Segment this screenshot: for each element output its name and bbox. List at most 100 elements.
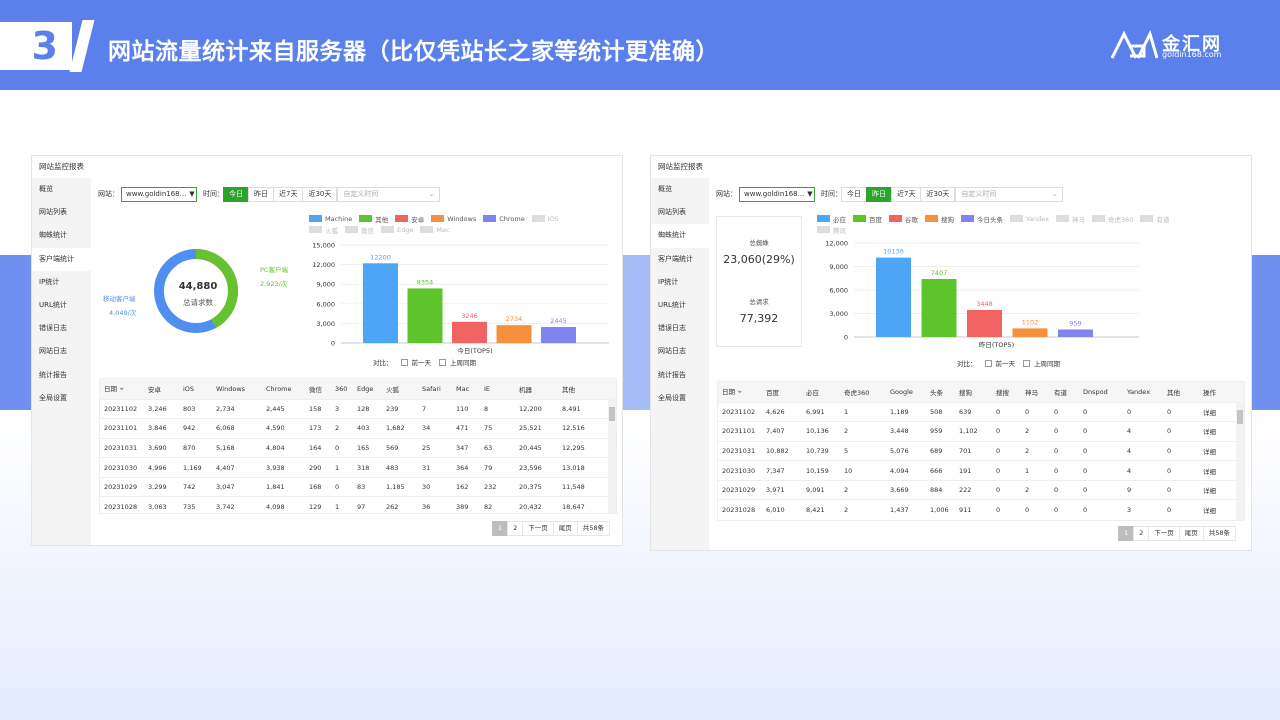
legend-item[interactable]: 搜狗 (925, 213, 954, 224)
sidebar-item-spider[interactable]: 蜘蛛统计 (651, 224, 709, 248)
column-header[interactable]: 头条 (926, 382, 955, 402)
column-header[interactable]: Google (886, 382, 926, 402)
checkbox-last-week[interactable] (439, 358, 446, 366)
time-yesterday-button[interactable]: 昨日 (248, 186, 274, 202)
legend-item[interactable]: 有道 (1140, 213, 1169, 224)
column-header[interactable]: Edge (353, 379, 382, 399)
sidebar-item-sites[interactable]: 网站列表 (651, 201, 709, 224)
sidebar-item-errors[interactable]: 错误日志 (651, 317, 709, 340)
bar[interactable] (967, 309, 1002, 337)
site-select[interactable]: www.goldin168... ▼ (739, 186, 815, 202)
bar[interactable] (407, 288, 443, 343)
date-range-picker[interactable]: 自定义时间 ⌄ (337, 186, 441, 202)
sidebar-item-errors[interactable]: 错误日志 (32, 317, 91, 340)
bar[interactable] (496, 325, 532, 343)
column-header[interactable]: Chrome (262, 379, 305, 399)
legend-item[interactable]: iOS (531, 213, 559, 224)
column-header[interactable]: 奇虎360 (840, 382, 886, 402)
page-1-button[interactable]: 1 (492, 521, 509, 536)
sort-icon[interactable]: ⏷ (117, 385, 124, 393)
next-page-button[interactable]: 下一页 (1148, 526, 1180, 541)
sidebar-item-client[interactable]: 客户端统计 (32, 247, 91, 271)
legend-item[interactable]: 安卓 (395, 213, 424, 224)
column-header[interactable]: 搜搜 (992, 382, 1021, 402)
column-header[interactable]: 操作 (1199, 382, 1244, 402)
bar[interactable] (541, 327, 576, 343)
legend-item[interactable]: 火狐 (309, 224, 338, 235)
page-2-button[interactable]: 2 (507, 521, 524, 536)
bar[interactable] (921, 278, 957, 337)
column-header[interactable]: iOS (179, 379, 212, 399)
sidebar-item-url[interactable]: URL统计 (32, 294, 91, 317)
time-yesterday-button[interactable]: 昨日 (866, 186, 892, 202)
bar[interactable] (876, 257, 911, 337)
table-scrollbar[interactable] (608, 399, 616, 513)
column-header[interactable]: 搜狗 (955, 382, 992, 402)
legend-item[interactable]: Windows (431, 213, 476, 224)
checkbox-prev-day[interactable] (400, 358, 408, 366)
column-header[interactable]: Mac (452, 379, 480, 399)
last-page-button[interactable]: 尾页 (1178, 526, 1204, 541)
sidebar-item-reports[interactable]: 统计报告 (651, 364, 709, 387)
legend-item[interactable]: 奇虎360 (1092, 213, 1133, 224)
sidebar-item-spider[interactable]: 蜘蛛统计 (32, 224, 91, 247)
legend-item[interactable]: Mac (420, 224, 450, 235)
column-header[interactable]: 安卓 (144, 379, 179, 399)
sidebar-item-ip[interactable]: IP统计 (32, 271, 91, 294)
sidebar-item-ip[interactable]: IP统计 (651, 271, 709, 294)
scrollbar-thumb[interactable] (1237, 410, 1243, 424)
column-header[interactable]: 微信 (305, 379, 331, 399)
bar[interactable] (452, 321, 487, 343)
sidebar-item-overview[interactable]: 概览 (651, 178, 709, 201)
legend-item[interactable]: 微信 (345, 224, 374, 235)
time-today-button[interactable]: 今日 (841, 186, 867, 202)
next-page-button[interactable]: 下一页 (522, 521, 554, 536)
column-header[interactable]: IE (480, 379, 515, 399)
column-header[interactable]: Safari (418, 379, 452, 399)
column-header[interactable]: 火狐 (382, 379, 418, 399)
column-header[interactable]: 神马 (1021, 382, 1050, 402)
column-header[interactable]: Dnspod (1079, 382, 1123, 402)
sidebar-item-url[interactable]: URL统计 (651, 294, 709, 317)
sidebar-item-reports[interactable]: 统计报告 (32, 364, 91, 387)
legend-item[interactable]: 必应 (817, 213, 846, 224)
column-header[interactable]: 其他 (1163, 382, 1199, 402)
sidebar-item-settings[interactable]: 全局设置 (651, 387, 709, 410)
sidebar-item-sites[interactable]: 网站列表 (32, 201, 91, 224)
legend-item[interactable]: 谷歌 (889, 213, 918, 224)
sidebar-item-settings[interactable]: 全局设置 (32, 387, 91, 410)
time-7days-button[interactable]: 近7天 (273, 186, 304, 202)
column-header[interactable]: 360 (331, 379, 353, 399)
column-header[interactable]: 日期 ⏷ (718, 382, 762, 402)
last-page-button[interactable]: 尾页 (552, 521, 578, 536)
table-scrollbar[interactable] (1236, 402, 1244, 520)
checkbox-prev-day[interactable] (984, 359, 992, 367)
legend-item[interactable]: 今日头条 (961, 213, 1003, 224)
column-header[interactable]: 日期 ⏷ (100, 379, 144, 399)
legend-item[interactable]: Chrome (483, 213, 525, 224)
date-range-picker[interactable]: 自定义时间 ⌄ (955, 186, 1064, 202)
bar[interactable] (1012, 328, 1048, 337)
scrollbar-thumb[interactable] (609, 407, 615, 421)
column-header[interactable]: 机器 (515, 379, 558, 399)
sidebar-item-client[interactable]: 客户端统计 (651, 248, 709, 271)
legend-item[interactable]: 百度 (853, 213, 882, 224)
page-2-button[interactable]: 2 (1133, 526, 1150, 541)
column-header[interactable]: 有道 (1050, 382, 1079, 402)
legend-item[interactable]: 其他 (359, 213, 388, 224)
sidebar-item-logs[interactable]: 网站日志 (651, 340, 709, 363)
time-30days-button[interactable]: 近30天 (302, 186, 338, 202)
legend-item[interactable]: Machine (309, 213, 352, 224)
legend-item[interactable]: 神马 (1056, 213, 1085, 224)
column-header[interactable]: 必应 (802, 382, 840, 402)
site-select[interactable]: www.goldin168... ▼ (121, 186, 197, 202)
time-today-button[interactable]: 今日 (223, 186, 249, 202)
sidebar-item-overview[interactable]: 概览 (32, 178, 91, 201)
column-header[interactable]: Yandex (1123, 382, 1163, 402)
column-header[interactable]: 百度 (762, 382, 802, 402)
time-7days-button[interactable]: 近7天 (891, 186, 922, 202)
column-header[interactable]: Windows (212, 379, 262, 399)
sidebar-item-logs[interactable]: 网站日志 (32, 340, 91, 363)
time-30days-button[interactable]: 近30天 (920, 186, 956, 202)
legend-item[interactable]: Yandex (1010, 213, 1049, 224)
